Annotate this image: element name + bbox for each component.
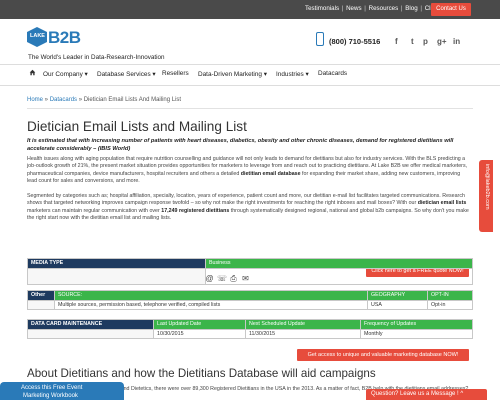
other-table: Other SOURCE: GEOGRAPHY OPT-IN Multiple …: [27, 290, 473, 310]
phone-number[interactable]: (800) 710-5516: [329, 37, 380, 46]
nav-resellers[interactable]: Resellers: [162, 70, 189, 77]
paragraph-2: Segmented by categories such as; hospita…: [27, 193, 471, 223]
para-text: Segmented by categories such as; hospita…: [27, 193, 465, 207]
nav-label: Datacards: [318, 70, 348, 77]
breadcrumb: Home » Datacards » Dietician Email Lists…: [27, 97, 182, 103]
maintenance-empty-cell: [27, 328, 154, 339]
nav-label: Resellers: [162, 70, 189, 77]
nav-datacards[interactable]: Datacards: [318, 70, 347, 77]
para-text: marketers can maintain regular communica…: [27, 207, 160, 214]
intro-quote: It is estimated that with increasing num…: [27, 138, 454, 152]
optin-header: OPT-IN: [427, 290, 473, 301]
breadcrumb-datacards[interactable]: Datacards: [50, 97, 77, 103]
nav-top-border: [0, 64, 500, 65]
mobile-phone-icon: [316, 32, 324, 46]
nav-database-services[interactable]: Database Services ▾: [97, 70, 156, 78]
nav-label: Data-Driven Marketing: [198, 71, 262, 78]
question-message-button[interactable]: Question? Leave us a Message ! ^: [366, 389, 487, 400]
other-empty-cell: [27, 299, 55, 310]
linkedin-icon[interactable]: in: [453, 37, 460, 46]
free-event-widget[interactable]: Access this Free Event Marketing Workboo…: [0, 382, 124, 400]
optin-value: Opt-in: [427, 299, 473, 310]
top-links: Testimonials | News | Resources | Blog |…: [305, 5, 444, 12]
top-link-news[interactable]: News: [346, 5, 361, 12]
nav-our-company[interactable]: Our Company ▾: [43, 70, 88, 78]
para-bold: dietitian email database: [240, 170, 301, 177]
frequency-header: Frequency of Updates: [360, 319, 473, 330]
pinterest-icon[interactable]: p: [423, 37, 428, 46]
phone-icon: ☏: [217, 274, 228, 283]
google-plus-icon[interactable]: g+: [437, 37, 447, 46]
home-icon[interactable]: [29, 69, 36, 76]
top-link-testimonials[interactable]: Testimonials: [305, 5, 339, 12]
media-type-value: Business: [205, 258, 473, 269]
facebook-icon[interactable]: f: [395, 37, 398, 46]
page-title: Dietician Email Lists and Mailing List: [27, 119, 247, 134]
frequency-value: Monthly: [360, 328, 473, 339]
nav-label: Database Services: [97, 71, 151, 78]
media-icons: @ ☏ ⎙ ✉: [205, 268, 253, 286]
top-link-resources[interactable]: Resources: [369, 5, 399, 12]
nav-data-driven-marketing[interactable]: Data-Driven Marketing ▾: [198, 70, 267, 78]
nav-label: Industries: [276, 71, 304, 78]
source-header: SOURCE:: [54, 290, 368, 301]
divider: [27, 108, 473, 109]
logo-lake-text: LAKE: [30, 33, 45, 39]
maintenance-table: DATA CARD MAINTENANCE Last Updated Date …: [27, 319, 473, 339]
geography-header: GEOGRAPHY: [367, 290, 428, 301]
nav-bottom-border: [0, 85, 500, 86]
question-label: Question? Leave us a Message !: [371, 391, 459, 397]
para-bold: dietician email lists: [417, 200, 467, 207]
fax-icon: ⎙: [230, 274, 237, 283]
breadcrumb-current: Dietician Email Lists And Mailing List: [83, 97, 182, 103]
database-access-button[interactable]: Get access to unique and valuable market…: [297, 349, 469, 361]
last-updated-header: Last Updated Date: [153, 319, 246, 330]
contact-us-button[interactable]: Contact Us: [431, 3, 471, 16]
source-value: Multiple sources, permission based, tele…: [54, 299, 368, 310]
at-icon: @: [205, 274, 214, 283]
last-updated-value: 10/30/2015: [153, 328, 246, 339]
nav-label: Our Company: [43, 71, 83, 78]
logo[interactable]: LAKE B2B: [27, 27, 91, 51]
breadcrumb-home[interactable]: Home: [27, 97, 43, 103]
paragraph-1: Health issues along with aging populatio…: [27, 156, 471, 186]
mail-icon: ✉: [242, 274, 249, 283]
section-heading: About Dietitians and how the Dietitians …: [27, 367, 376, 380]
media-type-label: MEDIA TYPE: [27, 258, 206, 269]
para-bold: 17,249 registered dietitians: [161, 207, 230, 214]
media-empty-cell: [27, 267, 206, 285]
nav-industries[interactable]: Industries ▾: [276, 70, 309, 78]
twitter-icon[interactable]: t: [411, 37, 414, 46]
email-side-tab-label: info@lakeb2b.com: [484, 164, 490, 210]
top-link-blog[interactable]: Blog: [405, 5, 417, 12]
logo-b2b-text: B2B: [48, 28, 81, 47]
free-event-title: Access this Free Event: [21, 385, 83, 391]
other-label: Other: [27, 290, 55, 301]
free-event-subtitle: Marketing Workbook: [23, 393, 78, 399]
tagline: The World's Leader in Data-Research-Inno…: [28, 54, 165, 61]
maintenance-label: DATA CARD MAINTENANCE: [27, 319, 154, 330]
geography-value: USA: [367, 299, 428, 310]
next-update-header: Next Scheduled Update: [245, 319, 361, 330]
next-update-value: 11/30/2015: [245, 328, 361, 339]
